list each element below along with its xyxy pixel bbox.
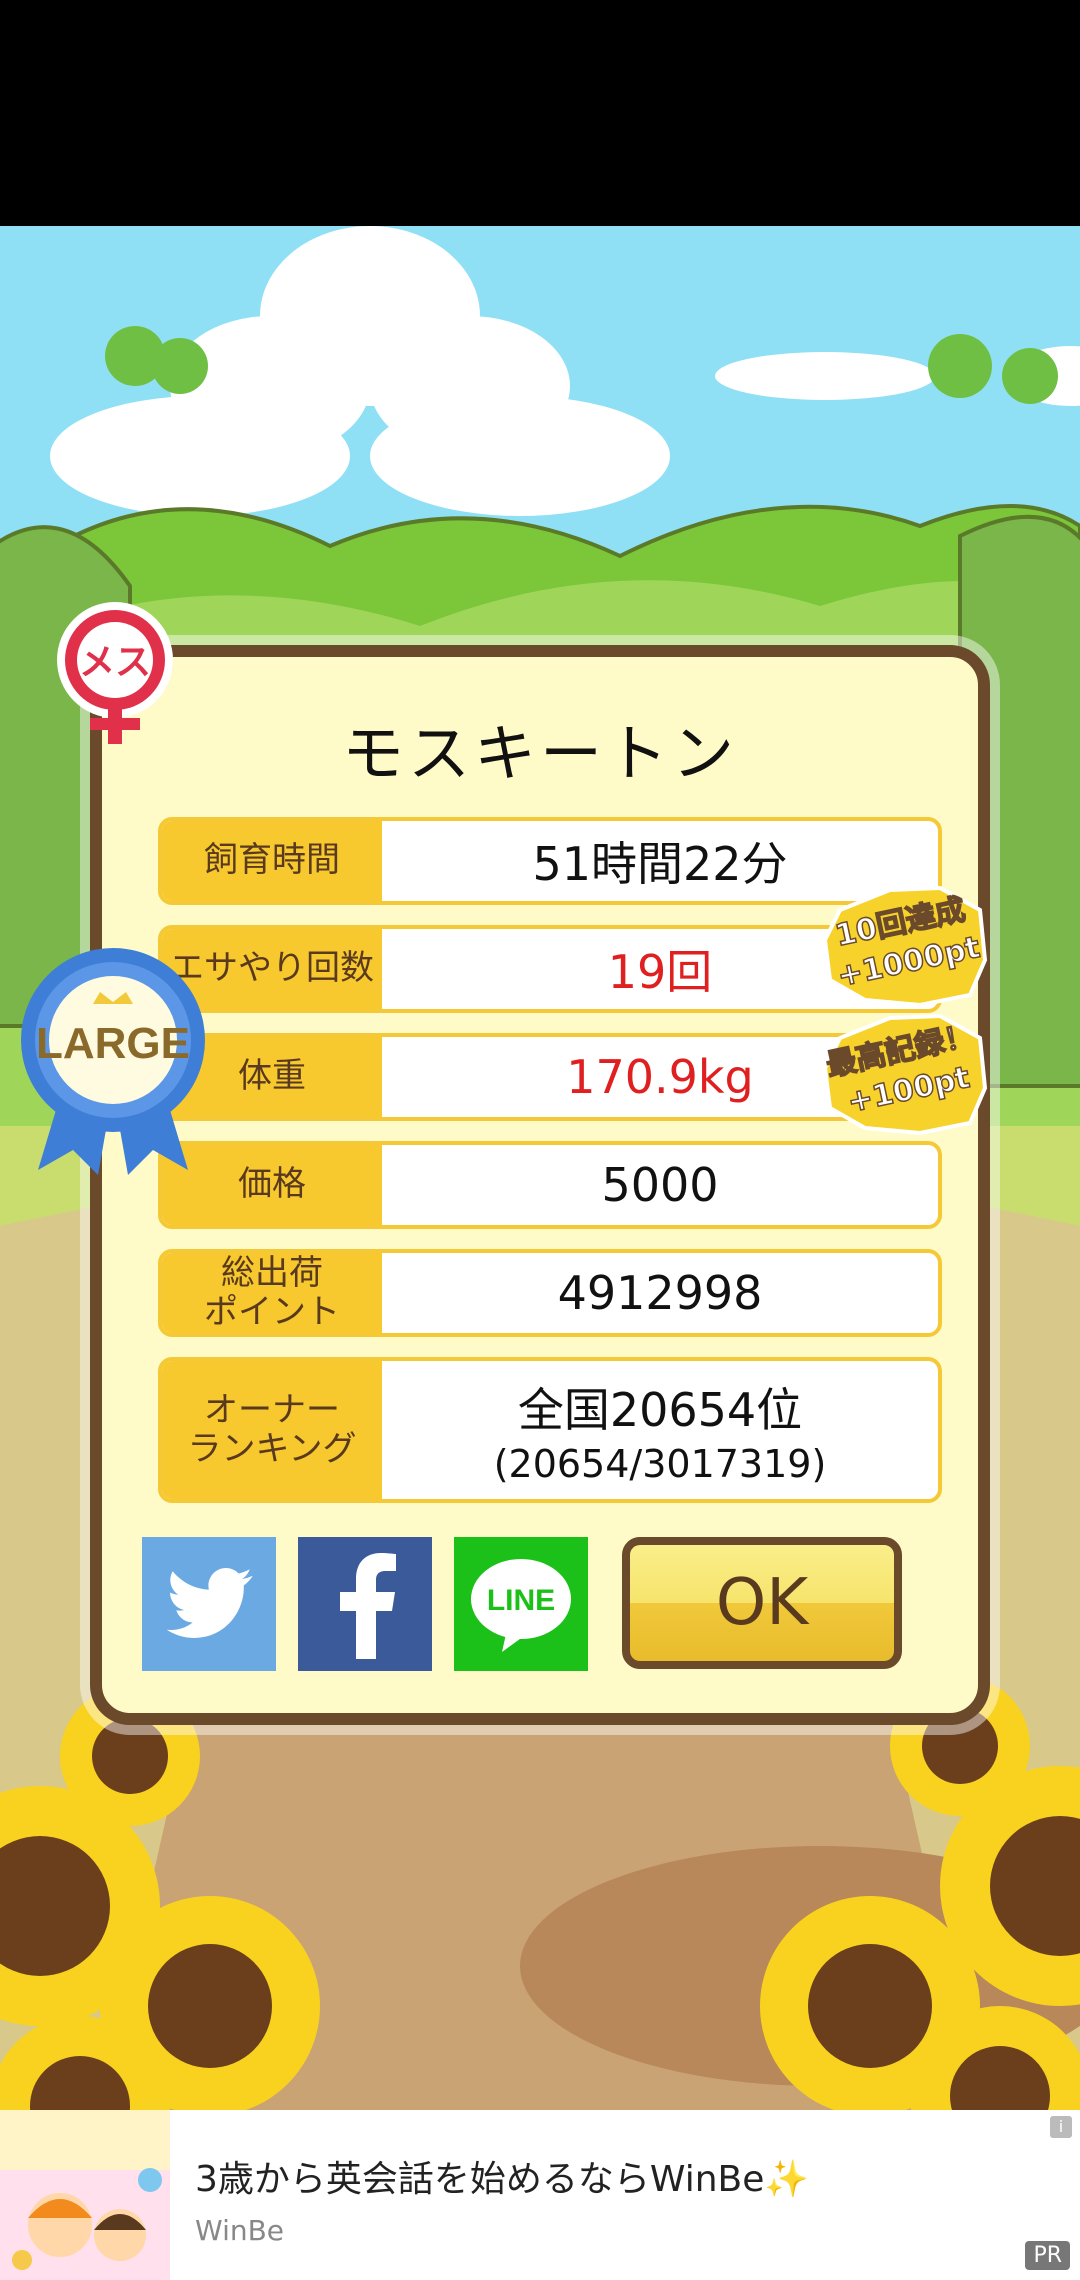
pig-name: モスキートン — [341, 717, 738, 790]
ad-thumbnail-image[interactable] — [0, 2110, 170, 2280]
ad-info-icon[interactable]: i — [1050, 2116, 1072, 2138]
twitter-share-button[interactable] — [142, 1537, 276, 1671]
ad-pr-badge: PR — [1025, 2241, 1070, 2270]
line-share-button[interactable]: LINE — [454, 1537, 588, 1671]
facebook-f-icon — [340, 1553, 396, 1659]
stat-row-total-points: 総出荷 ポイント 4912998 — [158, 1249, 942, 1337]
ad-advertiser: WinBe — [195, 2214, 285, 2247]
record-achievement-badge: 最高記録！ +100pt — [823, 1013, 988, 1136]
twitter-bird-icon — [166, 1568, 253, 1638]
ad-title[interactable]: 3歳から英会話を始めるならWinBe✨ — [195, 2150, 809, 2202]
gender-label: メス — [79, 642, 151, 683]
ranking-value-box: 全国20654位 (20654/3017319) — [382, 1361, 938, 1499]
stat-label: 総出荷 ポイント — [162, 1253, 382, 1333]
stat-label: 飼育時間 — [162, 821, 382, 901]
line-logo-icon: LINE — [471, 1559, 571, 1652]
line-text: LINE — [487, 1584, 555, 1617]
ad-kids-illustration — [0, 2110, 170, 2280]
result-panel: モスキートン 飼育時間 51時間22分 エサやり回数 19回 体重 170.9k… — [90, 645, 990, 1725]
stat-value: 4912998 — [557, 1266, 763, 1320]
stat-row-ranking: オーナー ランキング 全国20654位 (20654/3017319) — [158, 1357, 942, 1503]
ranking-value: 全国20654位 — [517, 1383, 803, 1437]
stat-value: 5000 — [601, 1158, 719, 1212]
ranking-detail: (20654/3017319) — [493, 1442, 827, 1486]
size-label: LARGE — [36, 1019, 190, 1068]
size-ribbon-badge: LARGE — [21, 948, 205, 1175]
status-bar-area — [0, 0, 1080, 226]
stat-row-price: 価格 5000 — [158, 1141, 942, 1229]
ad-banner[interactable]: 3歳から英会話を始めるならWinBe✨ WinBe i PR — [0, 2110, 1080, 2280]
facebook-share-button[interactable] — [298, 1537, 432, 1671]
ok-button[interactable]: OK — [622, 1537, 902, 1669]
feeding-achievement-badge: 10回達成 +1000pt — [822, 885, 988, 1008]
female-gender-icon: メス — [57, 602, 173, 744]
ranking-label: オーナー ランキング — [162, 1361, 382, 1499]
